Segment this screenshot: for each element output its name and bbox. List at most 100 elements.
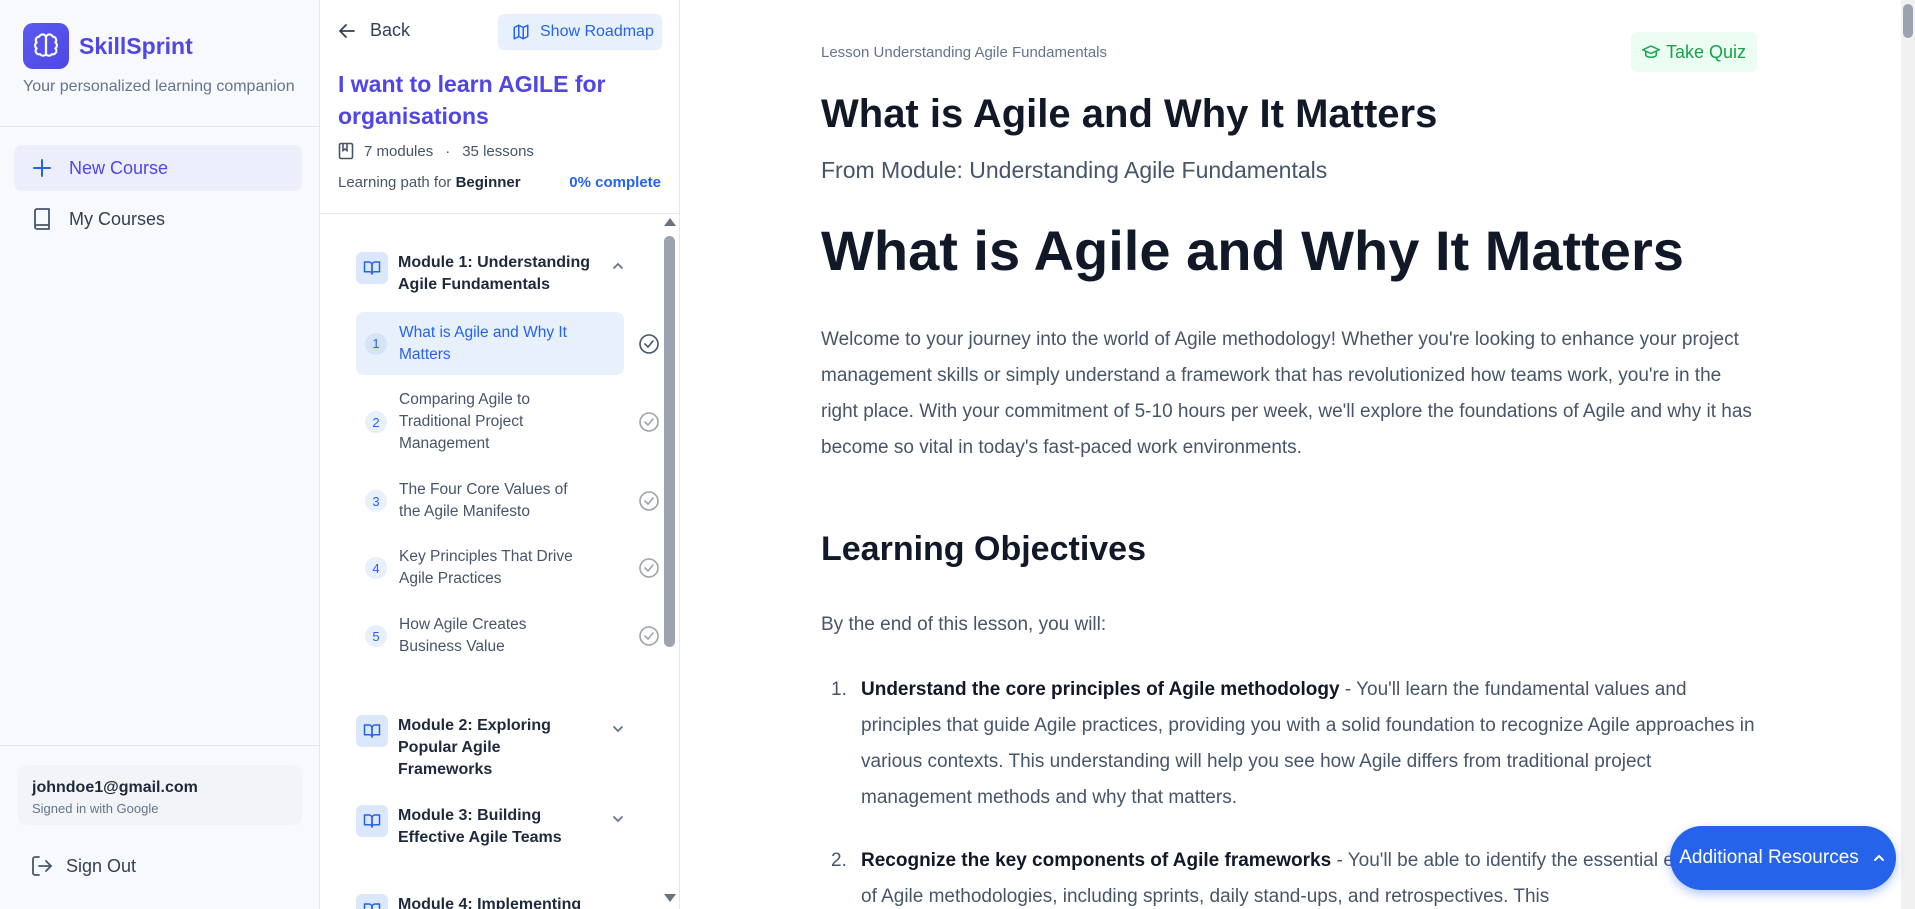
open-book-icon (356, 894, 388, 909)
objective-number: 2. (831, 850, 847, 871)
chevron-down-icon (610, 721, 626, 737)
divider (0, 126, 320, 127)
scroll-down-arrow[interactable] (664, 894, 676, 902)
lesson-intro: Welcome to your journey into the world o… (821, 329, 1752, 458)
check-circle-icon[interactable] (638, 557, 660, 579)
show-roadmap-button[interactable]: Show Roadmap (498, 14, 662, 50)
back-label: Back (370, 20, 411, 40)
lesson-number: 1 (365, 332, 387, 355)
sign-out-label: Sign Out (66, 855, 137, 876)
lesson-title: How Agile Creates Business Value (399, 616, 527, 655)
new-course-button[interactable]: New Course (14, 145, 302, 191)
take-quiz-button[interactable]: Take Quiz (1631, 32, 1757, 72)
take-quiz-label: Take Quiz (1665, 41, 1747, 62)
module-title: Module 2: Exploring Popular Agile Framew… (398, 717, 551, 778)
open-book-icon (356, 805, 388, 837)
logout-icon (30, 854, 54, 878)
objective-item: 2. Recognize the key components of Agile… (821, 843, 1761, 909)
open-book-icon (356, 715, 388, 747)
modules-count: 7 modules (364, 142, 434, 160)
progress-label: 0% complete (569, 174, 661, 191)
scroll-thumb[interactable] (1903, 4, 1913, 38)
chevron-up-icon (1871, 850, 1887, 866)
objective-item: 1. Understand the core principles of Agi… (821, 672, 1761, 816)
module-header[interactable]: Module 4: Implementing (356, 894, 626, 909)
main-scrollbar[interactable] (1901, 0, 1915, 909)
objective-title: Understand the core principles of Agile … (861, 679, 1340, 700)
learning-path-label: Learning path for (338, 174, 452, 191)
lesson-title: What is Agile and Why It Matters (399, 323, 567, 363)
check-circle-icon[interactable] (638, 625, 660, 647)
lesson-title: Comparing Agile to Traditional Project M… (399, 391, 530, 452)
open-book-icon (356, 252, 388, 284)
module-title: Module 3: Building Effective Agile Teams (398, 807, 562, 846)
chevron-down-icon (610, 811, 626, 827)
lesson-item[interactable]: 5 How Agile Creates Business Value (356, 613, 659, 659)
objective-number: 1. (831, 679, 847, 700)
arrow-left-icon (338, 22, 356, 40)
app-sidebar: SkillSprint Your personalized learning c… (0, 0, 320, 909)
brain-icon (23, 23, 69, 69)
lesson-title: The Four Core Values of the Agile Manife… (399, 481, 568, 520)
lesson-heading: What is Agile and Why It Matters (821, 219, 1684, 282)
user-email: johndoe1@gmail.com (32, 779, 198, 796)
objective-body: Understand the core principles of Agile … (861, 672, 1761, 816)
module-title: Module 1: Understanding Agile Fundamenta… (398, 254, 590, 293)
show-roadmap-label: Show Roadmap (540, 23, 654, 40)
lesson-number: 2 (365, 411, 387, 433)
objective-body: Recognize the key components of Agile fr… (861, 843, 1761, 909)
lesson-number: 5 (365, 625, 387, 647)
chevron-up-icon (610, 258, 626, 274)
book-icon (31, 208, 53, 230)
brand[interactable]: SkillSprint (23, 23, 193, 69)
lesson-title: What is Agile and Why It Matters (821, 92, 1438, 136)
graduation-cap-icon (1641, 44, 1660, 60)
divider (0, 745, 320, 746)
my-courses-button[interactable]: My Courses (14, 196, 302, 242)
objectives-heading: Learning Objectives (821, 530, 1146, 568)
level: Beginner (455, 174, 521, 191)
plus-icon (31, 157, 53, 179)
lesson-content: Lesson Understanding Agile Fundamentals … (681, 0, 1915, 909)
scroll-up-arrow[interactable] (664, 218, 676, 226)
tagline: Your personalized learning companion (23, 78, 295, 95)
my-courses-label: My Courses (69, 208, 166, 229)
module-header[interactable]: Module 1: Understanding Agile Fundamenta… (356, 252, 626, 296)
divider (320, 213, 680, 214)
module-header[interactable]: Module 3: Building Effective Agile Teams (356, 805, 626, 849)
check-circle-icon[interactable] (638, 333, 660, 355)
additional-resources-label: Additional Resources (1679, 847, 1859, 868)
lesson-title: Key Principles That Drive Agile Practice… (399, 548, 573, 587)
course-scrollbar[interactable] (662, 218, 676, 908)
new-course-label: New Course (69, 157, 169, 178)
objective-title: Recognize the key components of Agile fr… (861, 850, 1332, 871)
lesson-item[interactable]: 2 Comparing Agile to Traditional Project… (356, 388, 659, 456)
scroll-thumb[interactable] (664, 236, 675, 647)
additional-resources-button[interactable]: Additional Resources (1670, 826, 1896, 890)
lesson-module: From Module: Understanding Agile Fundame… (821, 157, 1328, 183)
learning-path: Learning path for Beginner (338, 174, 521, 191)
module-header[interactable]: Module 2: Exploring Popular Agile Framew… (356, 715, 626, 781)
user-card: johndoe1@gmail.com Signed in with Google (18, 765, 302, 825)
signin-method: Signed in with Google (32, 801, 159, 816)
course-meta: 7 modules · 35 lessons (338, 142, 534, 160)
lesson-item[interactable]: 1 What is Agile and Why It Matters (356, 312, 659, 375)
check-circle-icon[interactable] (638, 411, 660, 433)
course-title: I want to learn AGILE for organisations (338, 71, 606, 129)
breadcrumb: Lesson Understanding Agile Fundamentals (821, 44, 1108, 61)
back-button[interactable]: Back (338, 20, 410, 41)
lesson-number: 3 (365, 490, 387, 512)
map-icon (512, 23, 530, 41)
lesson-item[interactable]: 4 Key Principles That Drive Agile Practi… (356, 545, 659, 591)
book-icon (338, 142, 354, 160)
sign-out-button[interactable]: Sign Out (30, 854, 136, 878)
lesson-item[interactable]: 3 The Four Core Values of the Agile Mani… (356, 478, 659, 524)
brand-name: SkillSprint (79, 32, 193, 59)
module-title: Module 4: Implementing (398, 896, 582, 909)
course-panel: Back Show Roadmap I want to learn AGILE … (320, 0, 680, 909)
lessons-count: 35 lessons (462, 142, 534, 160)
lesson-number: 4 (365, 557, 387, 579)
check-circle-icon[interactable] (638, 490, 660, 512)
separator: · (445, 142, 451, 160)
objectives-lead: By the end of this lesson, you will: (821, 614, 1107, 635)
